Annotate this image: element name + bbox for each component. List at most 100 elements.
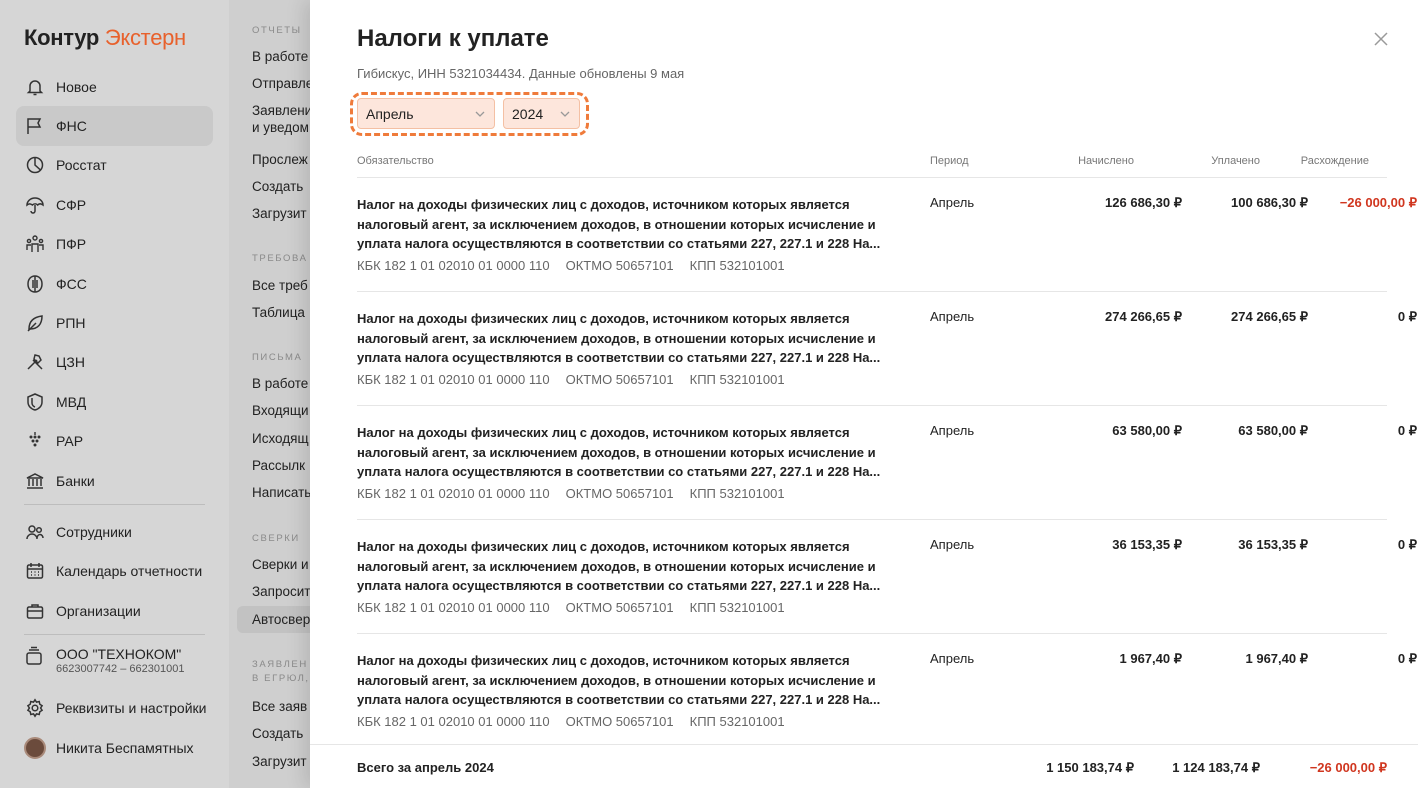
kbk-code: КБК 182 1 01 02010 01 0000 110 bbox=[357, 600, 550, 615]
submenu-item[interactable]: и уведом bbox=[252, 120, 309, 136]
sidebar-item-user[interactable]: Никита Беспамятных bbox=[16, 728, 213, 767]
month-select[interactable]: Апрель bbox=[357, 98, 495, 129]
sidebar-item-label: Реквизиты и настройки bbox=[56, 700, 207, 717]
sidebar-item-label: РПН bbox=[56, 315, 86, 332]
submenu-item[interactable]: Исходящ bbox=[252, 431, 309, 447]
calendar-icon bbox=[24, 560, 46, 582]
submenu-item[interactable]: Отправле bbox=[252, 76, 313, 92]
sidebar-item-label: ФСС bbox=[56, 275, 87, 292]
paid-value: 100 686,30 ₽ bbox=[1231, 195, 1308, 210]
kpp-code: КПП 532101001 bbox=[689, 600, 785, 615]
sidebar-item-pfr[interactable]: ПФР bbox=[16, 225, 213, 264]
accrued-value: 63 580,00 ₽ bbox=[1112, 423, 1182, 438]
taxes-modal: Налоги к уплате Гибискус, ИНН 5321034434… bbox=[310, 0, 1418, 788]
org-inn: 6623007742 – 662301001 bbox=[56, 663, 185, 676]
table-row[interactable]: Налог на доходы физических лиц с доходов… bbox=[357, 291, 1417, 405]
organization-stack-icon bbox=[24, 646, 46, 668]
table-row[interactable]: Налог на доходы физических лиц с доходов… bbox=[357, 519, 1417, 633]
kpp-code: КПП 532101001 bbox=[689, 372, 785, 387]
sidebar-item-sfr[interactable]: СФР bbox=[16, 185, 213, 224]
submenu-item[interactable]: Сверки и bbox=[252, 557, 309, 573]
diff-value: 0 ₽ bbox=[1397, 423, 1417, 438]
obligation-codes: КБК 182 1 01 02010 01 0000 110 ОКТМО 5065… bbox=[357, 486, 801, 501]
sidebar-item-label: ПФР bbox=[56, 236, 87, 253]
year-select[interactable]: 2024 bbox=[503, 98, 580, 129]
accrued-value: 274 266,65 ₽ bbox=[1105, 309, 1182, 324]
obligation-codes: КБК 182 1 01 02010 01 0000 110 ОКТМО 5065… bbox=[357, 714, 801, 729]
kbk-code: КБК 182 1 01 02010 01 0000 110 bbox=[357, 486, 550, 501]
submenu-item[interactable]: Все заяв bbox=[252, 699, 307, 715]
oktmo-code: ОКТМО 50657101 bbox=[565, 486, 674, 501]
sidebar-item-rpn[interactable]: РПН bbox=[16, 303, 213, 342]
sidebar-item-label: СФР bbox=[56, 196, 87, 213]
paid-value: 274 266,65 ₽ bbox=[1231, 309, 1308, 324]
submenu-item[interactable]: Написать bbox=[252, 485, 311, 501]
submenu-item[interactable]: Заявлени bbox=[252, 103, 312, 119]
sidebar-item-label: Росстат bbox=[56, 157, 107, 174]
submenu-item[interactable]: Запросит bbox=[252, 584, 310, 600]
total-row: Всего за апрель 2024 1 150 183,74 ₽ 1 12… bbox=[310, 744, 1418, 788]
obligation-name: Налог на доходы физических лиц с доходов… bbox=[357, 653, 881, 707]
sidebar-item-new[interactable]: Новое bbox=[16, 67, 213, 106]
leaf-icon bbox=[24, 312, 46, 334]
submenu-item[interactable]: В работе bbox=[252, 376, 308, 392]
total-diff: −26 000,00 ₽ bbox=[1309, 760, 1387, 775]
main-sidebar: Контур Экстерн Новое ФНС Росстат СФР ПФР… bbox=[0, 0, 229, 788]
sidebar-item-banks[interactable]: Банки bbox=[16, 461, 213, 500]
pie-chart-icon bbox=[24, 154, 46, 176]
sidebar-item-settings[interactable]: Реквизиты и настройки bbox=[16, 688, 213, 727]
column-header-obligation: Обязательство bbox=[357, 155, 434, 167]
obligation-codes: КБК 182 1 01 02010 01 0000 110 ОКТМО 5065… bbox=[357, 600, 801, 615]
kbk-code: КБК 182 1 01 02010 01 0000 110 bbox=[357, 372, 550, 387]
column-header-period: Период bbox=[930, 155, 969, 167]
obligation-name: Налог на доходы физических лиц с доходов… bbox=[357, 311, 881, 365]
employees-icon bbox=[24, 521, 46, 543]
submenu-item[interactable]: Создать bbox=[252, 179, 303, 195]
submenu-item[interactable]: Загрузит bbox=[252, 206, 307, 222]
sidebar-item-label: Банки bbox=[56, 472, 95, 489]
sidebar-item-rar[interactable]: РАР bbox=[16, 422, 213, 461]
table-row[interactable]: Налог на доходы физических лиц с доходов… bbox=[357, 405, 1417, 519]
obligation-codes: КБК 182 1 01 02010 01 0000 110 ОКТМО 5065… bbox=[357, 258, 801, 273]
sidebar-item-label: Календарь отчетности bbox=[56, 563, 203, 580]
briefcase-icon bbox=[24, 600, 46, 622]
submenu-section-title: ЗАЯВЛЕН bbox=[252, 659, 308, 670]
obligation-codes: КБК 182 1 01 02010 01 0000 110 ОКТМО 5065… bbox=[357, 372, 801, 387]
kontur-extern-logo[interactable]: Контур Экстерн bbox=[24, 25, 186, 51]
submenu-item[interactable]: Загрузит bbox=[252, 754, 307, 770]
column-header-accrued: Начислено bbox=[1078, 155, 1134, 167]
sidebar-item-mvd[interactable]: МВД bbox=[16, 382, 213, 421]
tools-icon bbox=[24, 351, 46, 373]
paid-value: 1 967,40 ₽ bbox=[1245, 651, 1309, 666]
oktmo-code: ОКТМО 50657101 bbox=[565, 258, 674, 273]
sidebar-item-label: Новое bbox=[56, 78, 97, 95]
submenu-item[interactable]: В работе bbox=[252, 49, 308, 65]
sidebar-item-calendar[interactable]: Календарь отчетности bbox=[16, 552, 213, 591]
close-icon[interactable] bbox=[1372, 30, 1390, 48]
sidebar-item-fss[interactable]: ФСС bbox=[16, 264, 213, 303]
shield-half-icon bbox=[24, 273, 46, 295]
sidebar-item-fns[interactable]: ФНС bbox=[16, 106, 213, 146]
kbk-code: КБК 182 1 01 02010 01 0000 110 bbox=[357, 714, 550, 729]
submenu-item[interactable]: Рассылк bbox=[252, 458, 305, 474]
submenu-item[interactable]: Прослеж bbox=[252, 152, 308, 168]
oktmo-code: ОКТМО 50657101 bbox=[565, 714, 674, 729]
submenu-item[interactable]: Таблица bbox=[252, 305, 305, 321]
table-row[interactable]: Налог на доходы физических лиц с доходов… bbox=[357, 177, 1417, 291]
column-header-paid: Уплачено bbox=[1211, 155, 1260, 167]
sidebar-item-czn[interactable]: ЦЗН bbox=[16, 343, 213, 382]
diff-value: 0 ₽ bbox=[1397, 651, 1417, 666]
oktmo-code: ОКТМО 50657101 bbox=[565, 372, 674, 387]
sidebar-item-organizations[interactable]: Организации bbox=[16, 591, 213, 630]
table-row[interactable]: Налог на доходы физических лиц с доходов… bbox=[357, 633, 1417, 747]
submenu-item[interactable]: Входящи bbox=[252, 403, 309, 419]
sidebar-item-employees[interactable]: Сотрудники bbox=[16, 512, 213, 551]
sidebar-item-label: ФНС bbox=[56, 118, 87, 135]
sidebar-item-rosstat[interactable]: Росстат bbox=[16, 146, 213, 185]
org-switcher[interactable]: ООО "ТЕХНОКОМ" 6623007742 – 662301001 bbox=[16, 642, 213, 688]
user-name: Никита Беспамятных bbox=[56, 739, 194, 756]
submenu-item[interactable]: Все треб bbox=[252, 278, 308, 294]
sidebar-item-label: МВД bbox=[56, 393, 87, 410]
total-paid: 1 124 183,74 ₽ bbox=[1172, 760, 1260, 775]
submenu-item[interactable]: Создать bbox=[252, 726, 303, 742]
